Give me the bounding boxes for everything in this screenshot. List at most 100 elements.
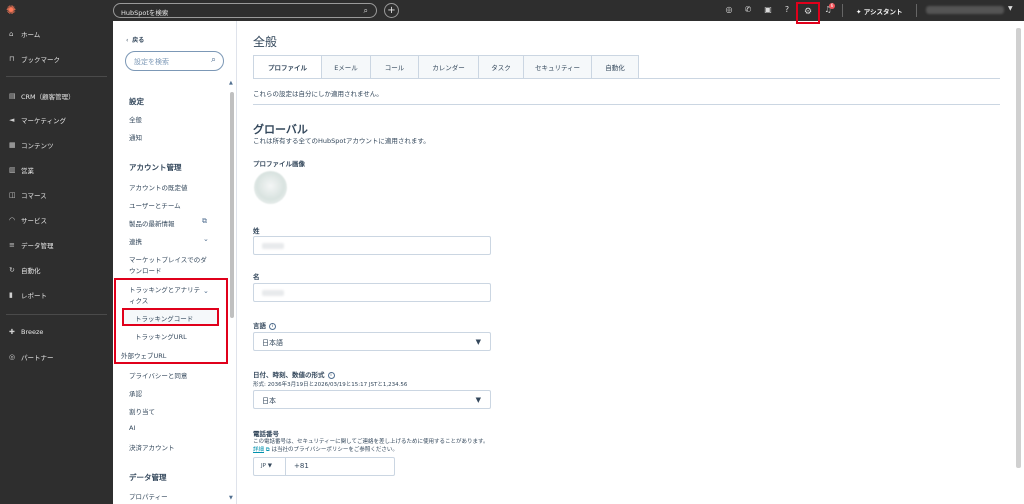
nav-label: CRM（顧客管理） <box>21 93 75 101</box>
datetime-format-label: 日付、時刻、数値の形式 i <box>253 369 335 379</box>
nav-label: 自動化 <box>21 267 41 275</box>
page-title: 全般 <box>253 35 278 49</box>
tab-calendar[interactable]: カレンダー <box>419 55 479 79</box>
back-link[interactable]: ‹ 戻る <box>126 35 144 44</box>
sales-icon: ▥ <box>9 166 16 174</box>
sidebar-scrollbar[interactable] <box>230 92 234 318</box>
country-code-select[interactable]: JP ▼ <box>254 458 286 475</box>
nav-item-reports[interactable]: ▮ レポート <box>9 289 47 301</box>
global-search-input[interactable]: HubSpotを検索 ⌕ <box>113 3 377 18</box>
nav-divider <box>6 76 107 77</box>
nav-item-breeze[interactable]: ✚ Breeze <box>9 326 43 338</box>
tab-calls[interactable]: コール <box>371 55 419 79</box>
account-menu[interactable] <box>926 6 1004 14</box>
caret-down-icon: ▼ <box>475 396 481 404</box>
sidebar-item-notifications[interactable]: 通知 <box>129 132 142 142</box>
info-icon[interactable]: i <box>327 371 335 379</box>
topbar-divider <box>916 4 917 17</box>
topbar-divider <box>842 4 843 17</box>
sidebar-item-external-url[interactable]: 外部ウェブURL <box>121 350 166 360</box>
help-icon[interactable]: ? <box>781 4 793 16</box>
search-icon: ⌕ <box>210 55 216 65</box>
sidebar-item-properties[interactable]: プロパティー <box>129 491 168 501</box>
home-icon: ⌂ <box>9 30 14 38</box>
last-name-field[interactable] <box>253 236 491 255</box>
sidebar-item-marketplace-line2[interactable]: ウンロード <box>129 265 162 275</box>
sidebar-item-assignments[interactable]: 割り当て <box>129 406 155 416</box>
sidebar-item-account-defaults[interactable]: アカウントの既定値 <box>129 182 188 192</box>
sidebar-item-product-updates[interactable]: 製品の最新情報 <box>129 218 175 228</box>
tab-automation[interactable]: 自動化 <box>592 55 639 79</box>
phone-description: この電話番号は、セキュリティーに関してご連絡を差し上げるために使用することがあり… <box>253 438 503 454</box>
settings-gear-highlight[interactable]: ⚙ <box>796 2 820 24</box>
nav-item-home[interactable]: ⌂ ホーム <box>9 28 40 40</box>
tab-tasks[interactable]: タスク <box>479 55 524 79</box>
sidebar-item-integrations[interactable]: 連携 <box>129 236 142 246</box>
nav-item-content[interactable]: ▦ コンテンツ <box>9 139 54 151</box>
chevron-down-icon[interactable]: ▼ <box>1008 5 1013 12</box>
nav-label: ブックマーク <box>21 56 60 64</box>
notification-count-badge: 6 <box>829 3 835 9</box>
breeze-icon: ✚ <box>9 328 15 336</box>
scroll-down-icon[interactable]: ▼ <box>229 495 233 501</box>
calling-icon[interactable]: ✆ <box>742 4 754 16</box>
language-select-value: 日本語 <box>262 339 283 347</box>
nav-label: ホーム <box>21 31 41 39</box>
sidebar-item-tracking-line1[interactable]: トラッキングとアナリテ <box>129 284 200 294</box>
content-icon: ▦ <box>9 141 16 149</box>
bookmark-icon: ⊓ <box>9 55 15 63</box>
first-name-label: 名 <box>253 273 260 281</box>
tab-email[interactable]: Eメール <box>322 55 371 79</box>
tab-security[interactable]: セキュリティー <box>524 55 592 79</box>
sidebar-item-privacy[interactable]: プライバシーと同意 <box>129 370 187 380</box>
nav-item-partner[interactable]: ◎ パートナー <box>9 351 54 363</box>
global-search-placeholder: HubSpotを検索 <box>121 9 169 17</box>
hubspot-logo-icon[interactable]: ✺ <box>6 4 16 16</box>
tab-profile[interactable]: プロファイル <box>253 55 322 79</box>
profile-image-avatar[interactable] <box>254 171 287 204</box>
sidebar-item-users-teams[interactable]: ユーザーとチーム <box>129 200 181 210</box>
crm-icon: ▤ <box>9 92 16 100</box>
external-link-icon: ⧉ <box>202 217 207 225</box>
assistant-button[interactable]: ✦ アシスタント <box>856 6 902 16</box>
datetime-format-select[interactable]: 日本 ▼ <box>253 390 491 409</box>
nav-item-bookmarks[interactable]: ⊓ ブックマーク <box>9 53 60 65</box>
marketplace-icon[interactable]: ▣ <box>762 4 774 16</box>
create-new-button[interactable]: + <box>384 3 399 18</box>
settings-search-input[interactable]: 設定を検索 ⌕ <box>125 51 224 71</box>
phone-input-group: JP ▼ +81 <box>253 457 395 476</box>
upgrade-icon[interactable]: ◎ <box>723 4 735 16</box>
phone-label: 電話番号 <box>253 430 279 438</box>
phone-number-input[interactable]: +81 <box>294 462 309 470</box>
sidebar-item-billing[interactable]: 決済アカウント <box>129 442 175 452</box>
nav-item-service[interactable]: ◠ サービス <box>9 214 47 226</box>
nav-label: コマース <box>21 192 47 200</box>
nav-item-data-management[interactable]: ≡ データ管理 <box>9 239 54 251</box>
first-name-field[interactable] <box>253 283 491 302</box>
nav-item-crm[interactable]: ▤ CRM（顧客管理） <box>9 90 75 102</box>
nav-item-sales[interactable]: ▥ 営業 <box>9 164 34 176</box>
sidebar-item-general[interactable]: 全般 <box>129 114 142 124</box>
sidebar-item-tracking-code[interactable]: トラッキングコード <box>135 313 193 323</box>
chevron-down-icon[interactable]: ⌄ <box>203 235 209 243</box>
sidebar-item-tracking-line2[interactable]: ィクス <box>129 295 148 305</box>
language-select[interactable]: 日本語 ▼ <box>253 332 491 351</box>
settings-search-placeholder: 設定を検索 <box>134 58 169 66</box>
nav-item-commerce[interactable]: ◫ コマース <box>9 189 47 201</box>
scroll-up-icon[interactable]: ▲ <box>229 80 233 86</box>
sidebar-item-marketplace-line1[interactable]: マーケットプレイスでのダ <box>129 254 207 264</box>
chevron-up-icon[interactable]: ⌄ <box>203 287 209 295</box>
profile-image-label: プロファイル画像 <box>253 160 305 168</box>
partner-icon: ◎ <box>9 353 16 361</box>
marketing-icon: ◄ <box>9 116 15 124</box>
nav-label: 営業 <box>21 167 34 175</box>
main-scrollbar[interactable] <box>1016 28 1021 468</box>
chevron-left-icon: ‹ <box>126 37 129 44</box>
sidebar-item-tracking-url[interactable]: トラッキングURL <box>135 331 187 341</box>
phone-detail-link[interactable]: 詳細 <box>253 447 264 453</box>
info-icon[interactable]: i <box>269 322 276 330</box>
sidebar-item-approvals[interactable]: 承認 <box>129 388 142 398</box>
nav-item-automation[interactable]: ↻ 自動化 <box>9 264 41 276</box>
sidebar-item-ai[interactable]: AI <box>129 424 135 432</box>
nav-item-marketing[interactable]: ◄ マーケティング <box>9 114 66 126</box>
